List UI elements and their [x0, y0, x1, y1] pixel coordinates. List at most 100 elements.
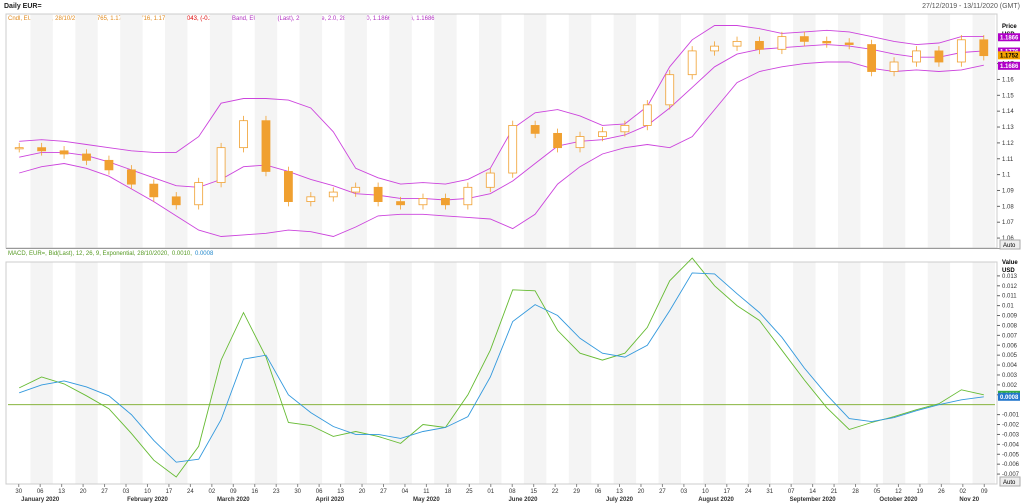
day-tick-label: 17	[723, 489, 730, 495]
week-band	[658, 14, 681, 248]
candle-body	[239, 120, 248, 149]
day-tick-label: 14	[809, 489, 816, 495]
upper-band-tag-label: 1.1866	[1000, 35, 1019, 41]
week-band	[972, 262, 995, 484]
week-band	[120, 262, 143, 484]
price-tick-label: 1.08	[1002, 204, 1014, 210]
week-band	[75, 14, 98, 248]
macd-tick-label: 0.008	[1002, 323, 1018, 329]
week-band	[882, 262, 906, 484]
day-tick-label: 12	[895, 489, 902, 495]
day-tick-label: 06	[595, 489, 602, 495]
price-tick-label: 1.12	[1002, 141, 1014, 147]
candle-body	[351, 186, 361, 193]
price-auto-button[interactable]: Auto	[999, 239, 1021, 250]
candle-body	[979, 39, 989, 57]
day-tick-label: 11	[423, 489, 430, 495]
week-band	[479, 262, 502, 484]
price-tick-label: 1.14	[1002, 109, 1014, 115]
week-band	[748, 262, 771, 484]
day-tick-label: 27	[380, 489, 387, 495]
macd-tick-label: -0.002	[1002, 423, 1020, 429]
last-price-tag-label: 1.1752	[1000, 53, 1019, 59]
day-tick-label: 09	[981, 489, 988, 495]
price-tick-label: 1.09	[1002, 188, 1014, 194]
macd-tick-label: -0.004	[1002, 442, 1020, 448]
candle-body	[934, 50, 944, 63]
candle-body	[171, 196, 181, 206]
week-band	[568, 262, 592, 484]
candle-body	[126, 169, 136, 185]
macd-auto-button[interactable]: Auto	[999, 476, 1021, 487]
price-tick-label: 1.16	[1002, 77, 1014, 83]
week-band	[165, 262, 188, 484]
week-band	[344, 14, 367, 248]
week-band	[837, 262, 861, 484]
price-tick-label: 1.11	[1002, 157, 1014, 163]
price-axis-title: Price	[1002, 24, 1017, 30]
week-band	[165, 14, 188, 248]
day-tick-label: 05	[874, 489, 881, 495]
day-tick-label: 15	[530, 489, 537, 495]
signal-value-tag-label: 0.0008	[1000, 395, 1019, 401]
candle-body	[485, 172, 495, 188]
candle-body	[575, 136, 585, 149]
candle-body	[755, 40, 764, 50]
week-band	[75, 262, 98, 484]
price-tick-label: 1.13	[1002, 125, 1014, 131]
candle-body	[956, 39, 966, 63]
macd-tick-label: 0.007	[1002, 333, 1018, 339]
month-label: Nov 20	[959, 497, 979, 503]
macd-axis: Value USD 0.0130.0120.0110.010.0090.0080…	[997, 260, 1020, 478]
month-label: February 2020	[127, 497, 168, 503]
week-band	[30, 14, 53, 248]
month-label: July 2020	[606, 497, 634, 503]
week-band	[613, 262, 637, 484]
candle-body	[508, 125, 518, 174]
day-tick-label: 06	[316, 489, 323, 495]
month-label: June 2020	[508, 497, 538, 503]
candle-body	[463, 186, 473, 206]
week-band	[882, 14, 906, 248]
day-tick-label: 13	[337, 489, 344, 495]
day-tick-label: 08	[509, 489, 516, 495]
week-band	[209, 14, 233, 248]
day-tick-label: 29	[573, 489, 580, 495]
day-tick-label: 04	[402, 489, 409, 495]
day-tick-label: 27	[659, 489, 666, 495]
day-tick-label: 13	[616, 489, 623, 495]
day-tick-label: 25	[466, 489, 473, 495]
day-tick-label: 24	[187, 489, 194, 495]
week-band	[523, 262, 547, 484]
candle-body	[777, 36, 787, 50]
week-band	[299, 14, 323, 248]
month-label: May 2020	[413, 497, 440, 503]
day-tick-label: 02	[208, 489, 215, 495]
macd-tick-label: 0.013	[1002, 274, 1018, 280]
week-band	[658, 262, 681, 484]
week-band	[434, 262, 457, 484]
day-tick-label: 03	[123, 489, 130, 495]
week-band	[389, 262, 412, 484]
week-band	[254, 262, 278, 484]
macd-tick-label: 0.002	[1002, 383, 1018, 389]
candle-body	[373, 186, 383, 202]
candle-body	[844, 42, 854, 45]
candle-body	[14, 147, 24, 150]
week-band	[299, 262, 323, 484]
day-tick-label: 31	[766, 489, 773, 495]
day-tick-label: 10	[144, 489, 151, 495]
candle-body	[732, 40, 742, 47]
month-label: March 2020	[217, 497, 250, 503]
day-tick-label: 18	[445, 489, 452, 495]
candle-body	[149, 183, 159, 198]
week-band	[30, 262, 53, 484]
candle-body	[530, 125, 540, 134]
month-label: September 2020	[790, 497, 837, 503]
day-tick-label: 13	[58, 489, 65, 495]
week-band	[793, 262, 816, 484]
price-tick-label: 1.1	[1002, 173, 1011, 179]
chart-canvas[interactable]: Price USD 1.171.161.151.141.131.121.111.…	[0, 0, 1024, 504]
month-label: October 2020	[879, 497, 918, 503]
candle-body	[59, 150, 69, 155]
